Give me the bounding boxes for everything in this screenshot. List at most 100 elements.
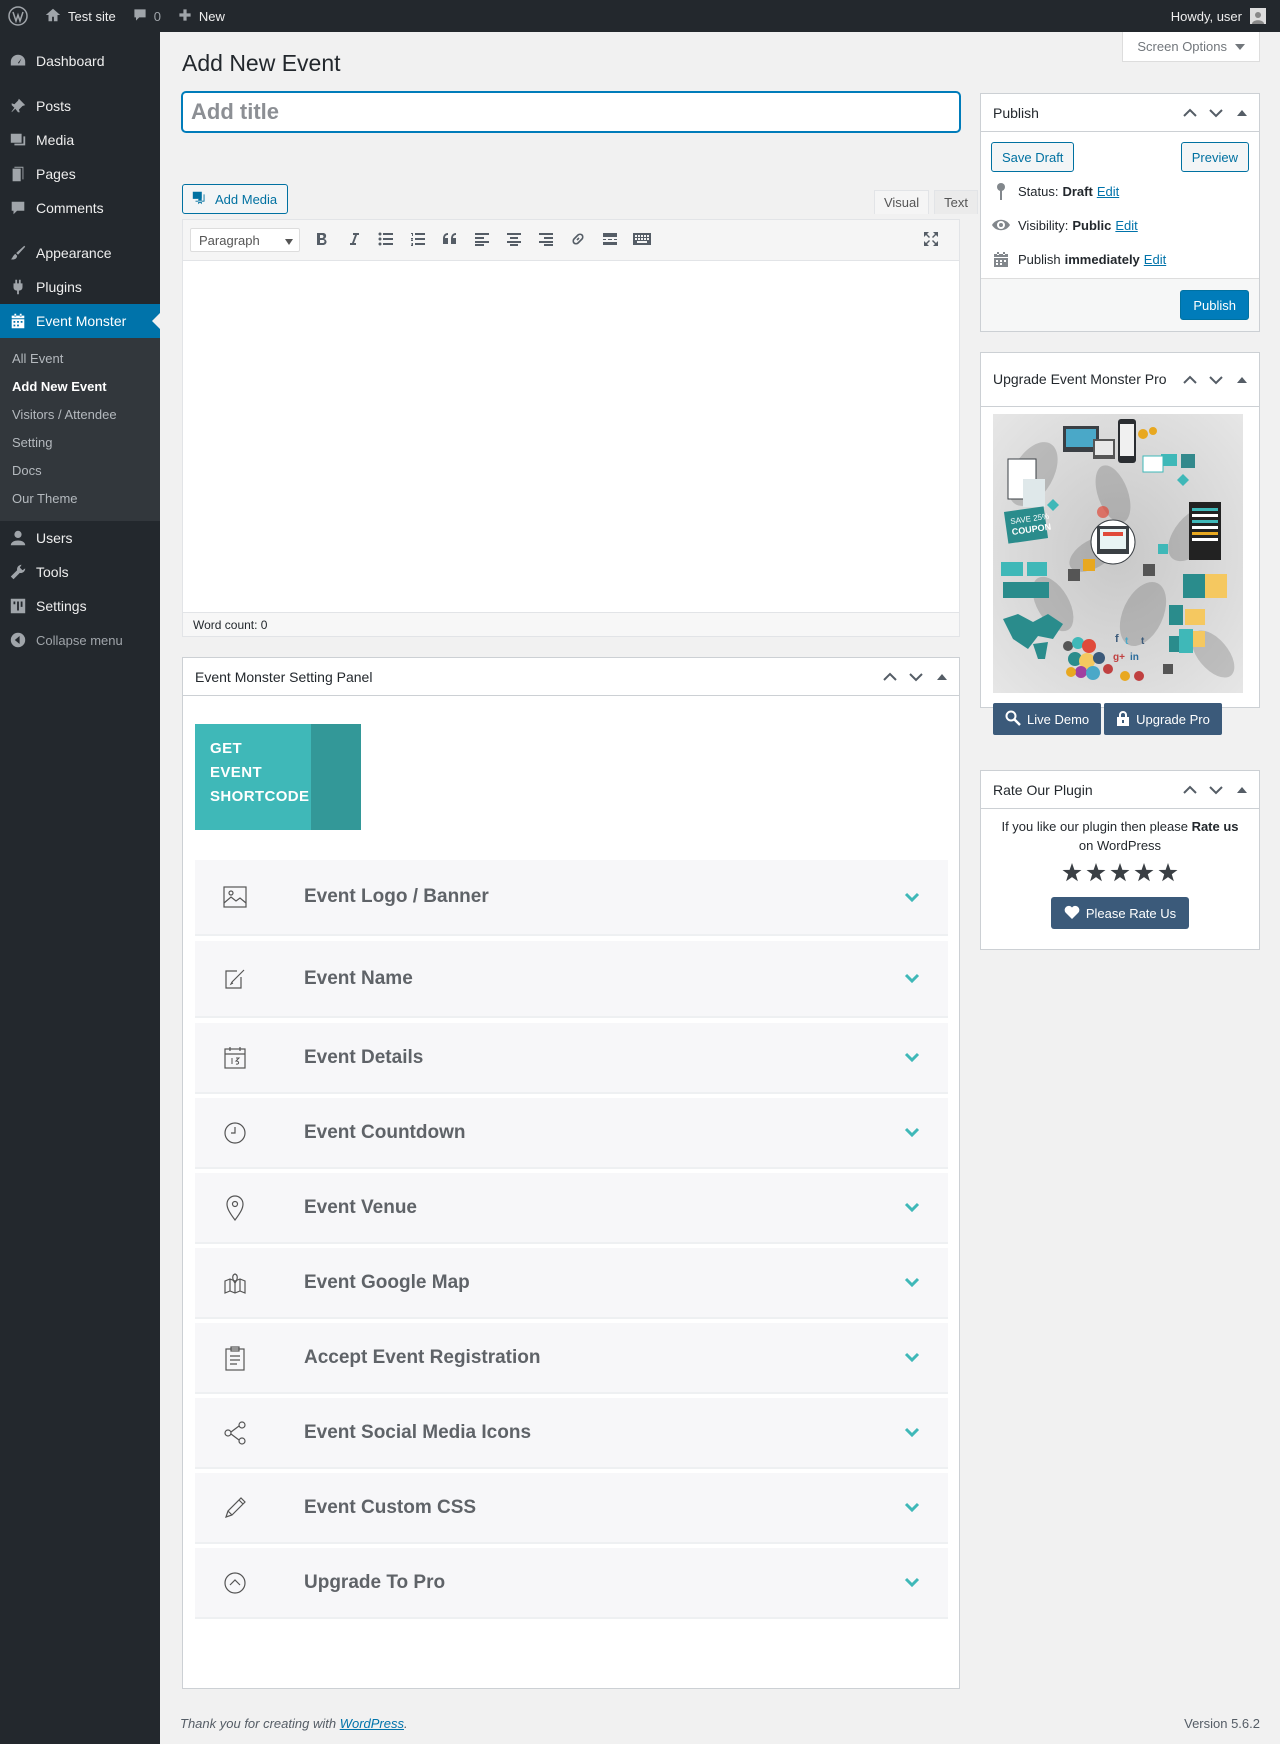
rate-title: Rate Our Plugin (993, 781, 1093, 798)
publish-title: Publish (993, 104, 1039, 121)
numbered-list-icon (410, 232, 426, 249)
get-event-shortcode-button[interactable]: GET EVENT SHORTCODE (195, 724, 361, 830)
new-content-link[interactable]: New (169, 0, 233, 32)
menu-plugins[interactable]: Plugins (0, 270, 160, 304)
menu-comments[interactable]: Comments (0, 191, 160, 225)
read-more-button[interactable] (594, 225, 626, 255)
tab-visual[interactable]: Visual (873, 190, 930, 214)
title-input[interactable] (182, 92, 960, 132)
submenu-add-new-event[interactable]: Add New Event (0, 373, 160, 401)
accordion-event-details[interactable]: Event Details (195, 1023, 948, 1094)
format-select[interactable]: Paragraph (190, 228, 300, 252)
blockquote-button[interactable] (434, 225, 466, 255)
accordion-accept-event-registration[interactable]: Accept Event Registration (195, 1323, 948, 1394)
wordpress-logo-icon[interactable] (0, 0, 36, 32)
toggle-panel-icon[interactable] (1229, 95, 1255, 131)
bold-button[interactable] (306, 225, 338, 255)
add-media-button[interactable]: Add Media (182, 184, 289, 214)
visibility-edit-link[interactable]: Edit (1115, 218, 1137, 233)
chevron-down-icon (904, 971, 920, 986)
align-center-button[interactable] (498, 225, 530, 255)
comment-bubble-icon (132, 7, 148, 26)
please-rate-us-button[interactable]: Please Rate Us (1050, 897, 1190, 929)
upgrade-pro-button[interactable]: Upgrade Pro (1104, 703, 1222, 735)
fullscreen-button[interactable] (915, 225, 947, 255)
rate-plugin-box: Rate Our Plugin If you like our plugin t… (980, 770, 1260, 950)
live-demo-button[interactable]: Live Demo (993, 703, 1102, 735)
toggle-panel-icon[interactable] (1229, 772, 1255, 808)
accordion-event-google-map[interactable]: Event Google Map (195, 1248, 948, 1319)
accordion-event-name[interactable]: Event Name (195, 941, 948, 1018)
add-media-label: Add Media (215, 191, 278, 207)
screen-options-button[interactable]: Screen Options (1122, 32, 1260, 62)
menu-dashboard[interactable]: Dashboard (0, 44, 160, 78)
menu-settings[interactable]: Settings (0, 589, 160, 623)
menu-appearance[interactable]: Appearance (0, 236, 160, 270)
move-up-icon[interactable] (1177, 362, 1203, 398)
preview-button[interactable]: Preview (1180, 142, 1249, 172)
tab-text[interactable]: Text (934, 190, 978, 214)
accordion-upgrade-to-pro[interactable]: Upgrade To Pro (195, 1548, 948, 1619)
accordion-label: Event Custom CSS (304, 1496, 477, 1518)
editor-toolbar: Paragraph (183, 220, 959, 261)
fullscreen-icon (923, 231, 939, 250)
move-down-icon[interactable] (1203, 362, 1229, 398)
numbered-list-button[interactable] (402, 225, 434, 255)
toggle-panel-icon[interactable] (929, 659, 955, 695)
editor-body[interactable] (183, 261, 959, 614)
menu-event-monster[interactable]: Event Monster (0, 304, 160, 338)
editor-tabs: Visual Text (873, 190, 978, 214)
submenu-all-event[interactable]: All Event (0, 345, 160, 373)
rate-text-before: If you like our plugin then please (1001, 819, 1188, 834)
bold-icon (315, 232, 329, 249)
accordion-event-social-media-icons[interactable]: Event Social Media Icons (195, 1398, 948, 1469)
comments-link[interactable]: 0 (124, 0, 169, 32)
accordion-event-countdown[interactable]: Event Countdown (195, 1098, 948, 1169)
publish-date-edit-link[interactable]: Edit (1144, 252, 1166, 267)
toolbar-toggle-button[interactable] (626, 225, 658, 255)
align-left-button[interactable] (466, 225, 498, 255)
move-down-icon[interactable] (1203, 772, 1229, 808)
menu-posts[interactable]: Posts (0, 89, 160, 123)
accordion-event-custom-css[interactable]: Event Custom CSS (195, 1473, 948, 1544)
save-draft-button[interactable]: Save Draft (991, 142, 1075, 172)
accordion-label: Event Logo / Banner (304, 886, 489, 907)
bullet-list-button[interactable] (370, 225, 402, 255)
publish-button[interactable]: Publish (1180, 290, 1249, 320)
calendar-icon (8, 311, 28, 331)
new-label: New (198, 8, 225, 24)
accordion-event-logo-banner[interactable]: Event Logo / Banner (195, 860, 948, 936)
shortcode-line-1: GET (210, 740, 243, 757)
menu-tools[interactable]: Tools (0, 555, 160, 589)
collapse-menu-button[interactable]: Collapse menu (0, 623, 160, 657)
accordion-label: Event Social Media Icons (304, 1421, 532, 1443)
menu-users[interactable]: Users (0, 521, 160, 555)
my-account[interactable]: Howdy, user (1171, 8, 1280, 24)
move-down-icon[interactable] (903, 659, 929, 695)
submenu-our-theme[interactable]: Our Theme (0, 485, 160, 513)
menu-media[interactable]: Media (0, 123, 160, 157)
location-pin-icon (215, 1194, 255, 1221)
rating-stars[interactable] (981, 863, 1259, 885)
move-up-icon[interactable] (1177, 95, 1203, 131)
site-name-link[interactable]: Test site (36, 0, 124, 32)
submenu-docs[interactable]: Docs (0, 457, 160, 485)
status-row: Status: Draft Edit (981, 174, 1259, 208)
visibility-row: Visibility: Public Edit (981, 208, 1259, 242)
wordpress-link[interactable]: WordPress (340, 1716, 404, 1731)
accordion-event-venue[interactable]: Event Venue (195, 1173, 948, 1244)
italic-button[interactable] (338, 225, 370, 255)
move-down-icon[interactable] (1203, 95, 1229, 131)
menu-label: Tools (36, 564, 69, 580)
menu-pages[interactable]: Pages (0, 157, 160, 191)
insert-link-button[interactable] (562, 225, 594, 255)
keyboard-icon (633, 232, 651, 249)
status-edit-link[interactable]: Edit (1097, 184, 1119, 199)
toggle-panel-icon[interactable] (1229, 362, 1255, 398)
submenu-setting[interactable]: Setting (0, 429, 160, 457)
pin-icon (991, 182, 1011, 200)
submenu-visitors-attendee[interactable]: Visitors / Attendee (0, 401, 160, 429)
move-up-icon[interactable] (877, 659, 903, 695)
move-up-icon[interactable] (1177, 772, 1203, 808)
align-right-button[interactable] (530, 225, 562, 255)
